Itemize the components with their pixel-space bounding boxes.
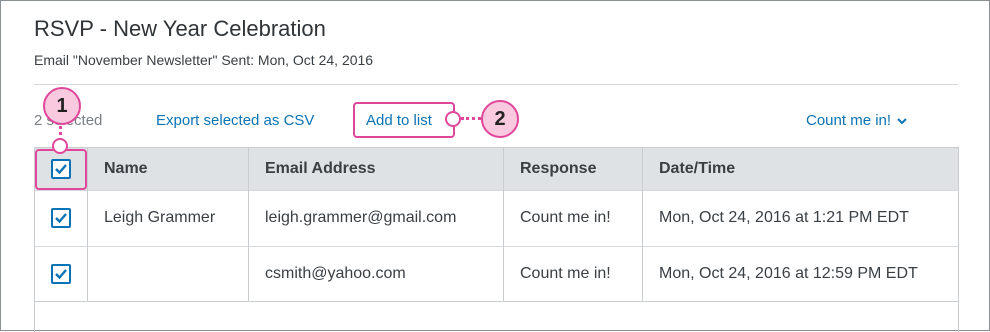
- table-header-row: Name Email Address Response Date/Time: [35, 148, 958, 190]
- export-csv-link[interactable]: Export selected as CSV: [156, 112, 314, 129]
- callout-2-connector: [461, 117, 481, 120]
- table-row: Leigh Grammer leigh.grammer@gmail.com Co…: [35, 190, 958, 246]
- cell-email: leigh.grammer@gmail.com: [248, 190, 504, 246]
- cell-response: Count me in!: [503, 190, 643, 246]
- row-select-cell: [35, 246, 88, 301]
- chevron-down-icon: [897, 112, 907, 129]
- rsvp-table: Name Email Address Response Date/Time Le…: [34, 147, 959, 332]
- response-filter-label: Count me in!: [806, 112, 892, 129]
- callout-2-anchor: [445, 111, 461, 127]
- callout-1-anchor: [52, 138, 68, 154]
- cell-datetime: Mon, Oct 24, 2016 at 12:59 PM EDT: [659, 264, 918, 282]
- add-to-list-link[interactable]: Add to list: [366, 112, 432, 129]
- callout-1-badge: 1: [43, 87, 81, 125]
- column-header-response[interactable]: Response: [503, 148, 643, 190]
- row-checkbox[interactable]: [51, 208, 71, 228]
- column-header-name[interactable]: Name: [87, 148, 249, 190]
- checkmark-icon: [55, 213, 67, 224]
- cell-email: csmith@yahoo.com: [248, 246, 504, 301]
- table-row: csmith@yahoo.com Count me in! Mon, Oct 2…: [35, 246, 958, 301]
- callout-2-badge: 2: [481, 100, 519, 138]
- page-title: RSVP - New Year Celebration: [34, 16, 326, 41]
- select-all-cell: [35, 148, 88, 190]
- cell-name: Leigh Grammer: [87, 190, 249, 246]
- cell-datetime: Mon, Oct 24, 2016 at 1:21 PM EDT: [659, 209, 909, 226]
- page-subtitle: Email "November Newsletter" Sent: Mon, O…: [34, 52, 374, 68]
- select-all-checkbox[interactable]: [51, 158, 71, 179]
- column-header-email[interactable]: Email Address: [248, 148, 504, 190]
- cell-name: [87, 246, 249, 301]
- checkmark-icon: [55, 163, 67, 175]
- row-checkbox[interactable]: [51, 263, 71, 284]
- column-header-datetime[interactable]: Date/Time: [643, 148, 959, 190]
- app-frame: RSVP - New Year Celebration Email "Novem…: [0, 0, 990, 332]
- row-select-cell: [35, 190, 88, 246]
- response-filter-dropdown[interactable]: Count me in!: [806, 112, 907, 129]
- checkmark-icon: [55, 268, 67, 279]
- cell-response: Count me in!: [503, 246, 643, 301]
- header-divider: [34, 84, 958, 85]
